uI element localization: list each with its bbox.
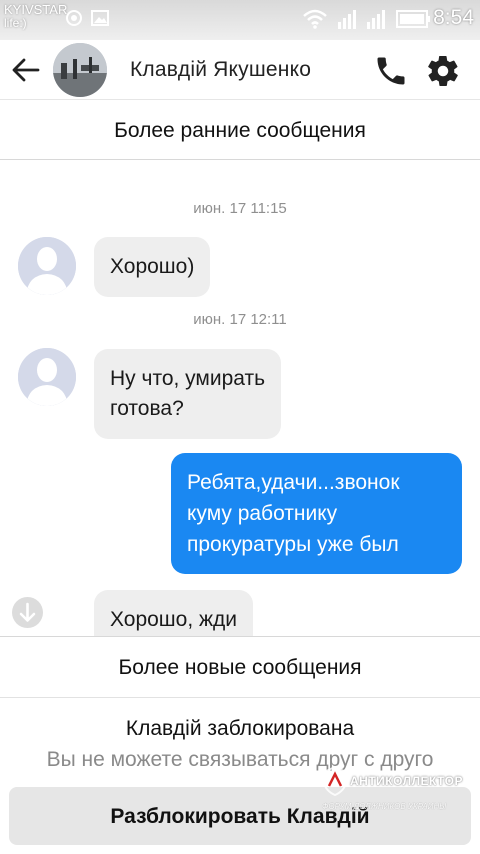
incoming-message-bubble[interactable]: Ну что, умирать готова? (94, 349, 282, 439)
message-timestamp: июн. 17 12:11 (193, 311, 287, 328)
shield-logo-icon (323, 766, 347, 796)
contact-name[interactable]: Клавдій Якушенко (130, 58, 311, 82)
watermark: АНТИКОЛЛЕКТОР ФОРУМ ДОЛЖНИКОВ УКРАИНЫ (322, 764, 472, 814)
carrier-name: KYIVSTAR (4, 2, 68, 17)
battery-icon (396, 10, 430, 28)
wifi-icon (303, 9, 327, 29)
message-text-line: Ну что, умирать (110, 367, 266, 390)
contact-photo-icon (53, 43, 107, 97)
contact-avatar[interactable] (53, 43, 107, 97)
message-text: Хорошо, жди (110, 608, 238, 631)
message-timestamp: июн. 17 11:15 (193, 200, 287, 217)
camera-icon (66, 10, 82, 26)
message-text-line: Ребята,удачи...звонок (187, 471, 400, 494)
scroll-down-icon[interactable] (11, 596, 44, 629)
back-arrow-icon[interactable] (10, 56, 42, 84)
signal-2-icon (367, 10, 385, 29)
default-user-icon (18, 237, 76, 295)
watermark-title: АНТИКОЛЛЕКТОР (350, 774, 463, 788)
message-text-line: куму работнику (187, 502, 338, 525)
outgoing-message-bubble[interactable]: Ребята,удачи...звонок куму работнику про… (171, 453, 462, 574)
phone-call-icon[interactable] (373, 53, 409, 89)
load-newer-messages-button[interactable]: Более новые сообщения (0, 636, 480, 698)
status-time: 8:54 (433, 6, 474, 29)
message-text-line: прокуратуры уже был (187, 533, 399, 556)
message-text: Хорошо) (110, 255, 195, 278)
load-earlier-label: Более ранние сообщения (114, 119, 366, 142)
status-bar: KYIVSTAR life:) 8:54 (0, 0, 480, 40)
carrier-sub: life:) (4, 16, 27, 30)
conversation-header: Клавдій Якушенко (0, 40, 480, 100)
load-earlier-messages-button[interactable]: Более ранние сообщения (0, 101, 480, 160)
message-text-line: готова? (110, 397, 184, 420)
load-newer-label: Более новые сообщения (118, 656, 362, 679)
signal-1-icon (338, 10, 356, 29)
sender-avatar[interactable] (18, 348, 76, 406)
messenger-screen: KYIVSTAR life:) 8:54 Клавдій Якушенко Бо… (0, 0, 480, 854)
sender-avatar[interactable] (18, 237, 76, 295)
watermark-subtitle: ФОРУМ ДОЛЖНИКОВ УКРАИНЫ (322, 802, 447, 811)
incoming-message-bubble[interactable]: Хорошо) (94, 237, 211, 297)
blocked-title: Клавдій заблокирована (125, 717, 355, 740)
default-user-icon (18, 348, 76, 406)
settings-gear-icon[interactable] (425, 53, 461, 89)
gallery-icon (91, 10, 109, 26)
